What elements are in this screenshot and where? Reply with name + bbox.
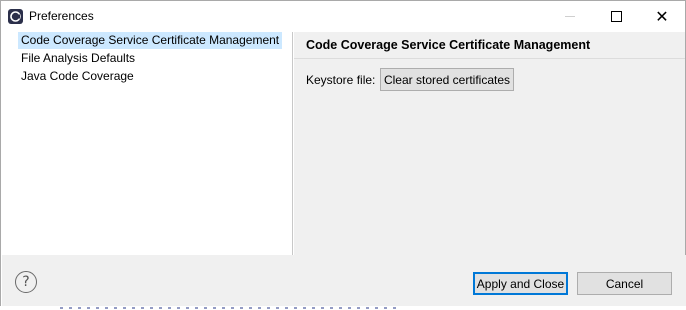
maximize-icon — [610, 11, 622, 22]
maximize-button[interactable] — [593, 1, 639, 32]
button-bar: ? Apply and Close Cancel — [2, 255, 686, 310]
tree-item-file-analysis-defaults[interactable]: File Analysis Defaults — [18, 50, 138, 67]
preferences-dialog: Preferences ✕ Code Coverage Service Cert… — [0, 0, 686, 310]
tree-item-certificate-management[interactable]: Code Coverage Service Certificate Manage… — [18, 32, 283, 49]
minimize-button[interactable] — [547, 1, 593, 32]
minimize-icon — [565, 16, 575, 17]
page-title-bar: Code Coverage Service Certificate Manage… — [294, 32, 685, 59]
apply-and-close-button[interactable]: Apply and Close — [473, 272, 568, 295]
clear-stored-certificates-button[interactable]: Clear stored certificates — [380, 68, 514, 91]
background-text-fragment — [60, 307, 400, 309]
preferences-tree: Code Coverage Service Certificate Manage… — [2, 32, 293, 255]
window-title: Preferences — [29, 9, 94, 23]
close-button[interactable]: ✕ — [639, 1, 685, 32]
close-icon: ✕ — [655, 6, 669, 26]
help-icon[interactable]: ? — [15, 271, 37, 293]
keystore-file-label: Keystore file: — [306, 73, 376, 87]
page-title: Code Coverage Service Certificate Manage… — [306, 38, 591, 52]
cancel-button[interactable]: Cancel — [577, 272, 672, 295]
app-icon — [8, 9, 23, 24]
tree-item-java-code-coverage[interactable]: Java Code Coverage — [18, 68, 137, 85]
title-bar: Preferences ✕ — [1, 1, 685, 32]
preference-page: Code Coverage Service Certificate Manage… — [294, 32, 685, 255]
